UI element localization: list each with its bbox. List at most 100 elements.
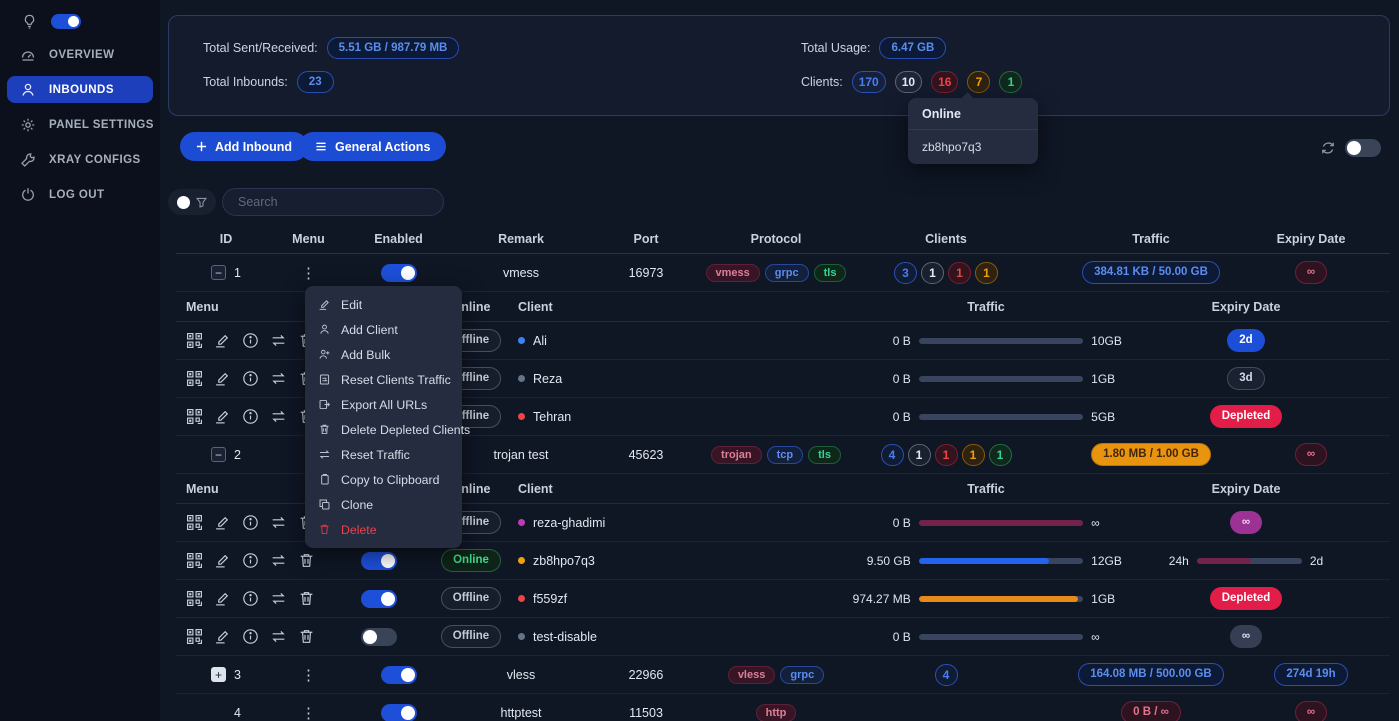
client-row-test-disable[interactable]: Offline test-disable 0 B ∞ ∞ [176, 618, 1390, 656]
row-menu-button[interactable]: ⋮ [301, 666, 316, 684]
client-row-f559zf[interactable]: Offline f559zf 974.27 MB 1GB Depleted [176, 580, 1390, 618]
enabled-toggle[interactable] [380, 263, 417, 282]
reset-traffic-icon[interactable] [270, 552, 287, 569]
gear-icon [20, 117, 36, 133]
menu-item-reset-traffic[interactable]: Reset Traffic [305, 442, 462, 467]
info-icon[interactable] [242, 628, 259, 645]
expiry-badge: ∞ [1294, 701, 1328, 721]
sidebar-item-inbounds[interactable]: INBOUNDS [7, 76, 153, 103]
enabled-toggle[interactable] [380, 703, 417, 721]
menu-item-add-client[interactable]: Add Client [305, 317, 462, 342]
edit-icon[interactable] [214, 370, 231, 387]
filter-toggle-knob [176, 195, 190, 209]
trash-icon[interactable] [298, 628, 315, 645]
traffic-badge: 384.81 KB / 50.00 GB [1082, 261, 1220, 284]
reset-traffic-icon[interactable] [270, 628, 287, 645]
edit-icon[interactable] [214, 514, 231, 531]
menu-item-delete-depleted-clients[interactable]: Delete Depleted Clients [305, 417, 470, 442]
clients-count-expiring[interactable]: 7 [967, 71, 991, 93]
menu-item-clone[interactable]: Clone [305, 492, 462, 517]
col-traffic: Traffic [1132, 231, 1170, 246]
client-enabled-toggle[interactable] [360, 551, 397, 570]
clone-icon [319, 499, 330, 510]
collapse-icon[interactable]: − [211, 265, 227, 280]
qrcode-icon[interactable] [186, 370, 203, 387]
traffic-total: ∞ [1091, 515, 1100, 530]
online-status-badge: Offline [440, 625, 502, 648]
menu-item-export-all-urls[interactable]: Export All URLs [305, 392, 462, 417]
add-inbound-button[interactable]: Add Inbound [180, 132, 309, 161]
inbound-row-vless[interactable]: +3 ⋮ vless 22966 vless grpc 4 164.08 MB … [176, 656, 1390, 694]
col-menu: Menu [186, 299, 219, 314]
menu-item-copy-to-clipboard[interactable]: Copy to Clipboard [305, 467, 462, 492]
info-icon[interactable] [242, 332, 259, 349]
theme-toggle[interactable] [51, 14, 81, 29]
refresh-icon[interactable] [1320, 140, 1336, 156]
traffic-used: 0 B [892, 409, 911, 424]
edit-icon[interactable] [214, 408, 231, 425]
sidebar-item-panel-settings[interactable]: PANEL SETTINGS [7, 111, 153, 138]
menu-item-reset-clients-traffic[interactable]: Reset Clients Traffic [305, 367, 462, 392]
row-menu-button[interactable]: ⋮ [301, 704, 316, 721]
edit-icon[interactable] [214, 590, 231, 607]
row-menu-button[interactable]: ⋮ [301, 264, 316, 282]
trash-icon[interactable] [298, 590, 315, 607]
qrcode-icon[interactable] [186, 514, 203, 531]
filter-toggle-pill[interactable] [168, 189, 216, 215]
qrcode-icon[interactable] [186, 628, 203, 645]
info-icon[interactable] [242, 514, 259, 531]
edit-icon[interactable] [214, 332, 231, 349]
expand-icon[interactable]: + [211, 667, 227, 682]
info-icon[interactable] [242, 370, 259, 387]
client-color-dot [518, 375, 525, 382]
auto-refresh-toggle[interactable] [1345, 139, 1381, 157]
reset-traffic-icon[interactable] [270, 332, 287, 349]
transport-tag: grpc [764, 263, 809, 282]
edit-icon[interactable] [214, 628, 231, 645]
client-count-badge: 1 [988, 443, 1012, 466]
general-actions-button[interactable]: General Actions [299, 132, 447, 161]
clients-count-total[interactable]: 170 [851, 71, 886, 93]
expiry-badge: Depleted [1209, 587, 1283, 610]
info-icon[interactable] [242, 590, 259, 607]
qrcode-icon[interactable] [186, 590, 203, 607]
client-enabled-toggle[interactable] [360, 589, 397, 608]
client-enabled-toggle[interactable] [360, 627, 397, 646]
info-icon[interactable] [242, 552, 259, 569]
edit-icon[interactable] [214, 552, 231, 569]
client-count-badge: 4 [880, 443, 904, 466]
clients-count-online[interactable]: 1 [999, 71, 1023, 93]
online-client-item[interactable]: zb8hpo7q3 [908, 130, 1038, 164]
client-name: zb8hpo7q3 [533, 553, 595, 568]
menu-item-add-bulk[interactable]: Add Bulk [305, 342, 462, 367]
reset-traffic-icon[interactable] [270, 514, 287, 531]
clients-count-inactive[interactable]: 10 [894, 71, 923, 93]
sidebar-item-xray-configs[interactable]: XRAY CONFIGS [7, 146, 153, 173]
enabled-toggle[interactable] [380, 665, 417, 684]
inbound-row-httptest[interactable]: +4 ⋮ httptest 11503 http 0 B / ∞ ∞ [176, 694, 1390, 721]
trash-icon[interactable] [298, 552, 315, 569]
qrcode-icon[interactable] [186, 332, 203, 349]
search-input[interactable] [222, 188, 444, 216]
funnel-icon [195, 196, 208, 209]
collapse-icon[interactable]: − [211, 447, 227, 462]
sidebar-item-log-out[interactable]: LOG OUT [7, 181, 153, 208]
protocol-tag: http [755, 703, 797, 721]
menu-item-edit[interactable]: Edit [305, 292, 462, 317]
reset-traffic-icon[interactable] [270, 370, 287, 387]
qrcode-icon[interactable] [186, 552, 203, 569]
qrcode-icon[interactable] [186, 408, 203, 425]
menu-item-delete[interactable]: Delete [305, 517, 462, 542]
general-actions-label: General Actions [335, 139, 431, 154]
info-icon[interactable] [242, 408, 259, 425]
client-count-badge: 1 [975, 261, 998, 284]
reset-traffic-icon[interactable] [270, 408, 287, 425]
total-sent-received-value: 5.51 GB / 987.79 MB [326, 36, 460, 60]
client-color-dot [518, 413, 525, 420]
reset-traffic-icon[interactable] [270, 590, 287, 607]
expiry-badge: ∞ [1229, 625, 1263, 648]
inbound-id: 3 [234, 667, 241, 682]
sidebar-item-overview[interactable]: OVERVIEW [7, 41, 153, 68]
clients-count-depleted[interactable]: 16 [931, 71, 959, 93]
inbound-remark: vmess [502, 265, 540, 280]
